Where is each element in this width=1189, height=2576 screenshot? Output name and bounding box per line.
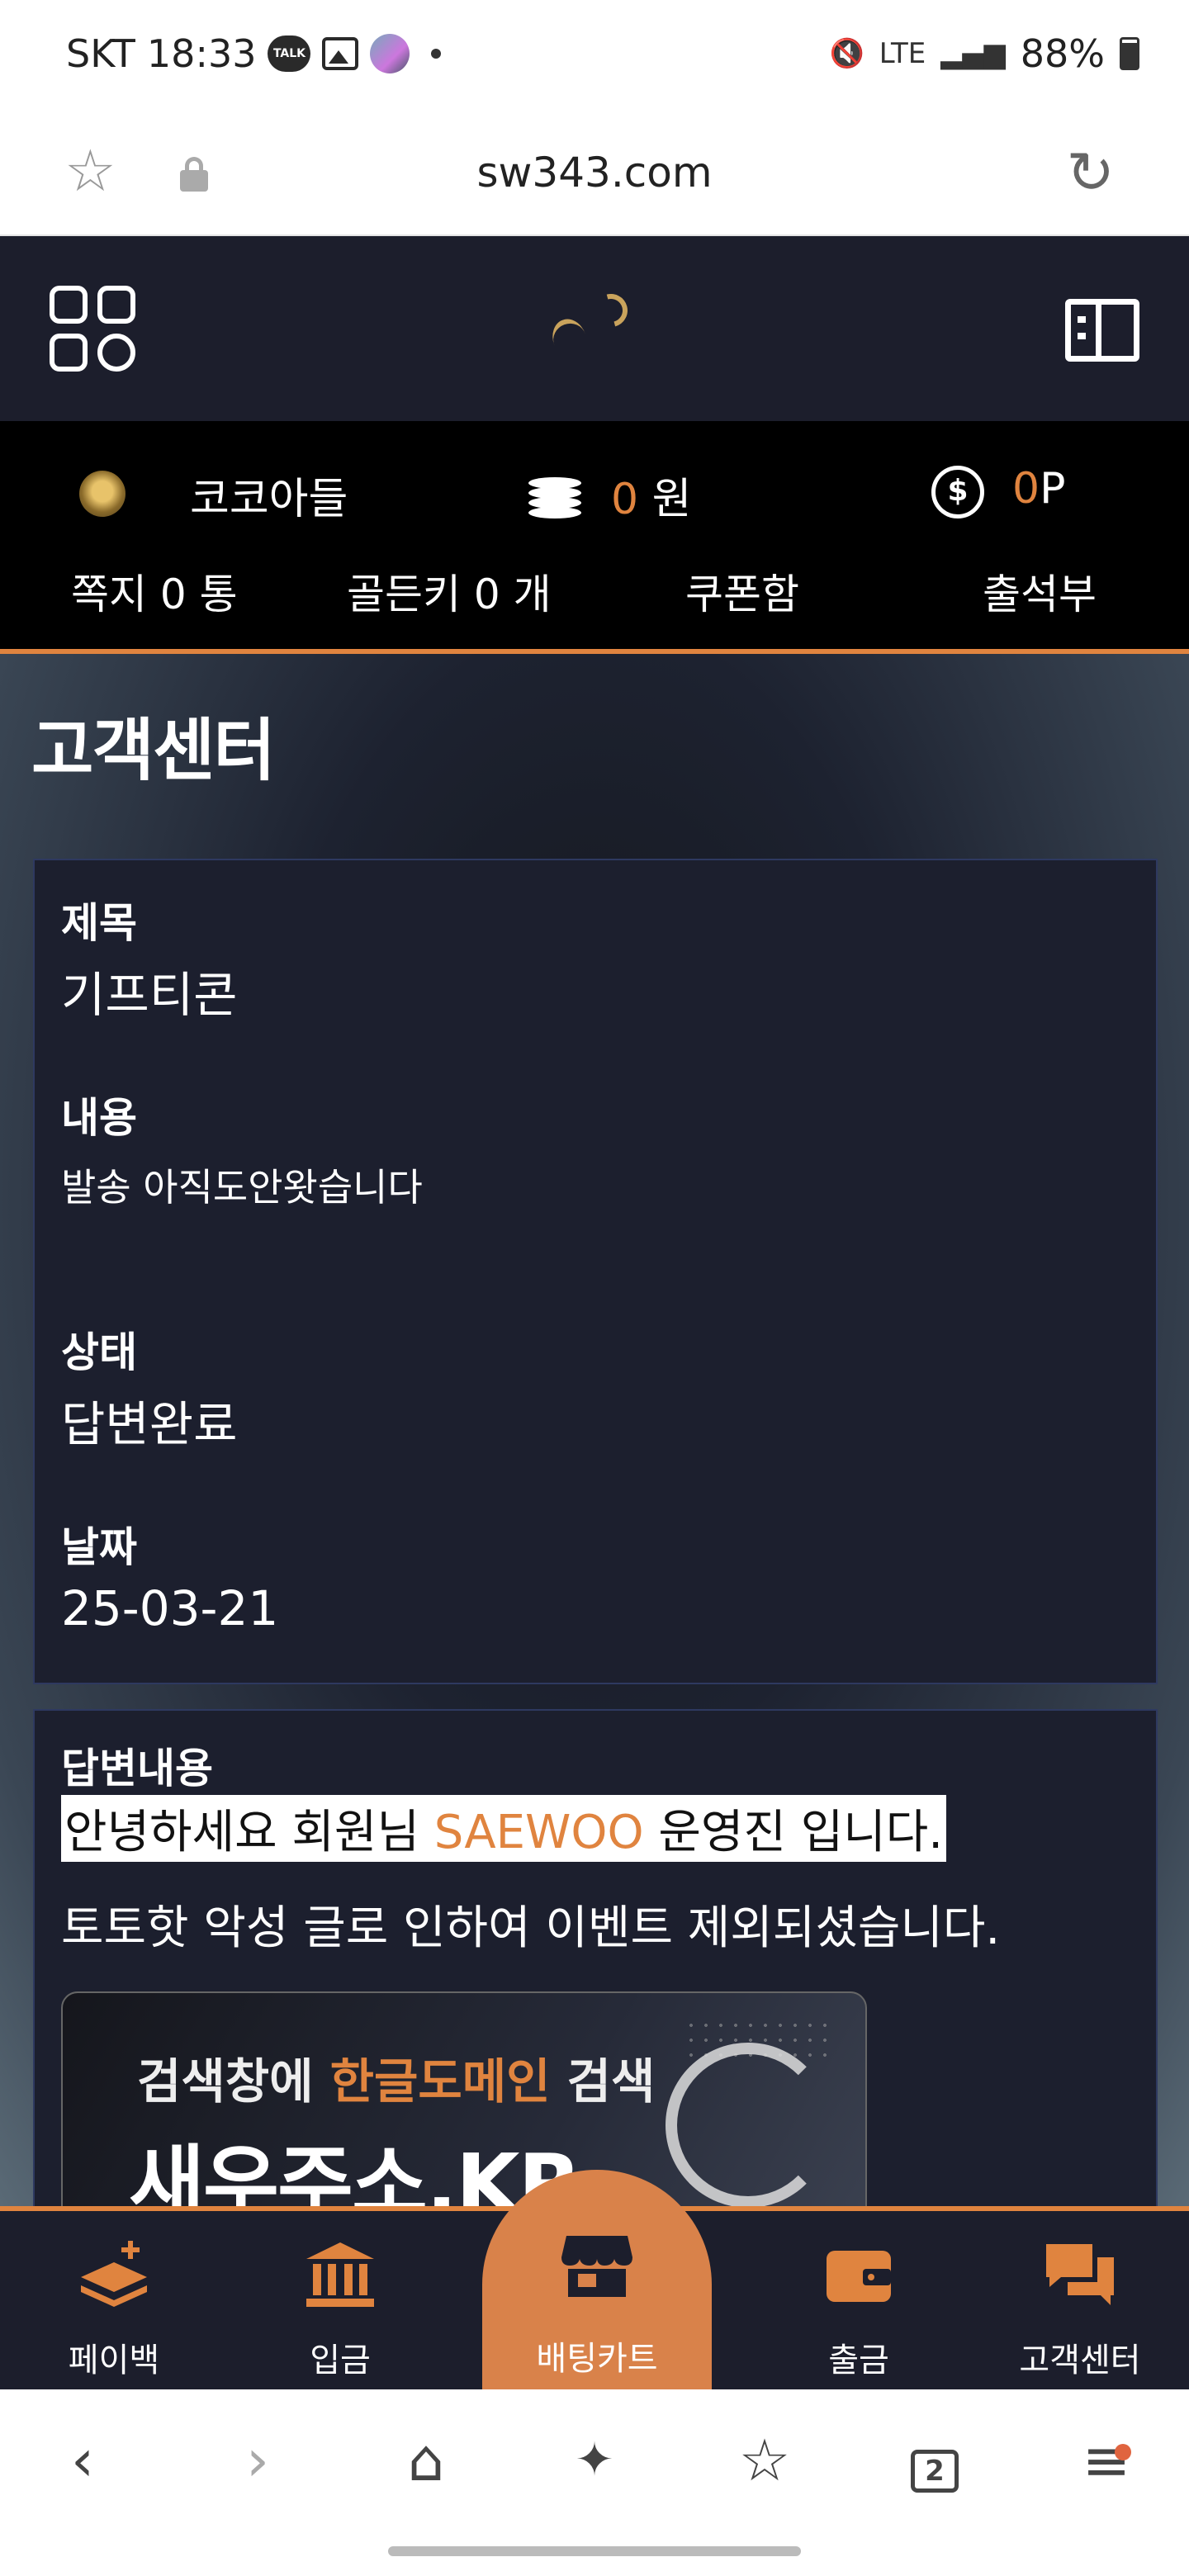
status-value: 답변완료 (61, 1396, 238, 1452)
home-icon[interactable]: ⌂ (385, 2419, 467, 2502)
more-notifications-dot-icon (431, 49, 442, 59)
banner-text: 검색창에 한글도메인 검색 (137, 2043, 655, 2112)
answer-card: 답변내용 안녕하세요 회원님 SAEWOO 운영진 입니다. 토토핫 악성 글로… (33, 1709, 1158, 2239)
status-right: 🔇 LTE ▂▄▆ 88% (829, 31, 1139, 76)
battery-icon (1120, 37, 1139, 70)
tabs-button[interactable]: 2 (893, 2419, 976, 2502)
browser-url-bar: ☆ sw343.com ↻ (0, 116, 1189, 236)
user-info-bar: 코코아들 0 원 $ 0P 쪽지 0 통 골든키 0 개 쿠폰함 출석부 (0, 421, 1189, 654)
rank-badge-icon (79, 471, 126, 517)
points-unit: P (1040, 464, 1066, 514)
carrier-label: SKT (66, 31, 135, 76)
subject-label: 제목 (61, 899, 137, 947)
store-icon (561, 2236, 632, 2297)
wallet-icon (827, 2251, 891, 2302)
coins-icon (528, 477, 581, 519)
back-icon[interactable]: ‹ (41, 2419, 124, 2502)
coupon-box-link[interactable]: 쿠폰함 (685, 561, 799, 621)
sparkle-icon[interactable]: ✦ (553, 2419, 636, 2502)
site-logo[interactable] (537, 286, 652, 368)
nav-deposit[interactable]: 입금 (266, 2211, 414, 2394)
status-left: SKT 18:33 TALK (66, 31, 442, 76)
golden-key-link[interactable]: 골든키 0 개 (347, 561, 552, 621)
money-balance: 0 원 (611, 464, 691, 526)
mute-icon: 🔇 (829, 37, 865, 70)
nav-betting-cart-label: 배팅카트 (536, 2340, 658, 2378)
subject-value: 기프티콘 (61, 967, 238, 1023)
greeting-suffix: 운영진 입니다. (643, 1806, 944, 1859)
content-value: 발송 아직도안왓습니다 (61, 1165, 423, 1210)
money-value: 0 (611, 475, 639, 524)
nav-customer-center[interactable]: 고객센터 (1006, 2211, 1154, 2394)
menu-notification-dot (1115, 2444, 1131, 2460)
chat-bubbles-icon (1046, 2244, 1114, 2305)
sidebar-panel-icon[interactable] (1065, 299, 1139, 362)
messages-link[interactable]: 쪽지 0 통 (71, 561, 238, 621)
status-bar: SKT 18:33 TALK 🔇 LTE ▂▄▆ 88% (0, 0, 1189, 116)
gesture-home-indicator[interactable] (388, 2546, 801, 2556)
reload-icon[interactable]: ↻ (1066, 144, 1115, 201)
forward-icon[interactable]: › (216, 2419, 299, 2502)
nav-payback-label: 페이백 (68, 2342, 160, 2379)
greeting-prefix: 안녕하세요 회원님 (64, 1806, 434, 1859)
bank-icon (306, 2242, 374, 2307)
domain-banner-image: 검색창에 한글도메인 검색 새우주소.KR (61, 1991, 867, 2239)
kakaotalk-icon: TALK (268, 36, 311, 72)
menu-grid-icon[interactable] (50, 286, 137, 373)
nav-withdraw[interactable]: 출금 (784, 2211, 933, 2394)
username[interactable]: 코코아들 (190, 464, 348, 526)
inquiry-detail-card: 제목 기프티콘 내용 발송 아직도안왓습니다 상태 답변완료 날짜 25-03-… (33, 859, 1158, 1684)
nav-deposit-label: 입금 (310, 2342, 371, 2379)
banner-highlight: 한글도메인 (329, 2053, 551, 2110)
menu-icon[interactable]: ≡ (1065, 2419, 1148, 2502)
nav-withdraw-label: 출금 (828, 2342, 889, 2379)
money-unit: 원 (651, 475, 692, 524)
answer-body: 토토핫 악성 글로 인하여 이벤트 제외되셨습니다. (61, 1901, 1001, 1955)
bottom-navigation: 페이백 입금 배팅카트 출금 고객센터 (0, 2170, 1189, 2394)
page-title: 고객센터 (31, 712, 276, 790)
point-balance: 0P (1012, 464, 1065, 514)
page: SKT 18:33 TALK 🔇 LTE ▂▄▆ 88% ☆ sw343.com… (0, 0, 1189, 2576)
answer-label: 답변내용 (61, 1745, 213, 1792)
gallery-icon (322, 37, 359, 70)
shrimp-logo-icon (666, 2043, 831, 2208)
battery-percent: 88% (1020, 31, 1105, 76)
points-value: 0 (1012, 464, 1040, 514)
signal-icon: ▂▄▆ (940, 37, 1006, 70)
date-value: 25-03-21 (61, 1580, 279, 1636)
main-content: 고객센터 제목 기프티콘 내용 발송 아직도안왓습니다 상태 답변완료 날짜 2… (0, 654, 1189, 2239)
site-header (0, 236, 1189, 421)
nav-betting-cart[interactable]: 배팅카트 (482, 2170, 712, 2394)
browser-toolbar: ‹ › ⌂ ✦ ☆ 2 ≡ (0, 2389, 1189, 2576)
nav-payback[interactable]: 페이백 (40, 2211, 188, 2394)
banner-prefix: 검색창에 (137, 2053, 330, 2110)
answer-greeting: 안녕하세요 회원님 SAEWOO 운영진 입니다. (61, 1795, 947, 1862)
app-avatar-icon (370, 34, 410, 73)
user-stats-row: 코코아들 0 원 $ 0P (0, 454, 1189, 528)
nav-customer-center-label: 고객센터 (1019, 2342, 1141, 2379)
banner-suffix: 검색 (550, 2053, 656, 2110)
status-label: 상태 (61, 1328, 137, 1376)
payback-stack-icon (81, 2241, 147, 2307)
point-exchange-icon[interactable]: $ (931, 466, 984, 519)
quick-links: 쪽지 0 통 골든키 0 개 쿠폰함 출석부 (0, 561, 1189, 627)
bookmarks-icon[interactable]: ☆ (723, 2419, 806, 2502)
greeting-brand: SAEWOO (433, 1806, 644, 1859)
content-label: 내용 (61, 1094, 137, 1142)
lte-label: LTE (879, 37, 926, 70)
url-text[interactable]: sw343.com (0, 149, 1189, 197)
clock: 18:33 (146, 31, 257, 76)
date-label: 날짜 (61, 1523, 137, 1571)
attendance-link[interactable]: 출석부 (983, 561, 1097, 621)
tabs-count: 2 (911, 2450, 959, 2493)
